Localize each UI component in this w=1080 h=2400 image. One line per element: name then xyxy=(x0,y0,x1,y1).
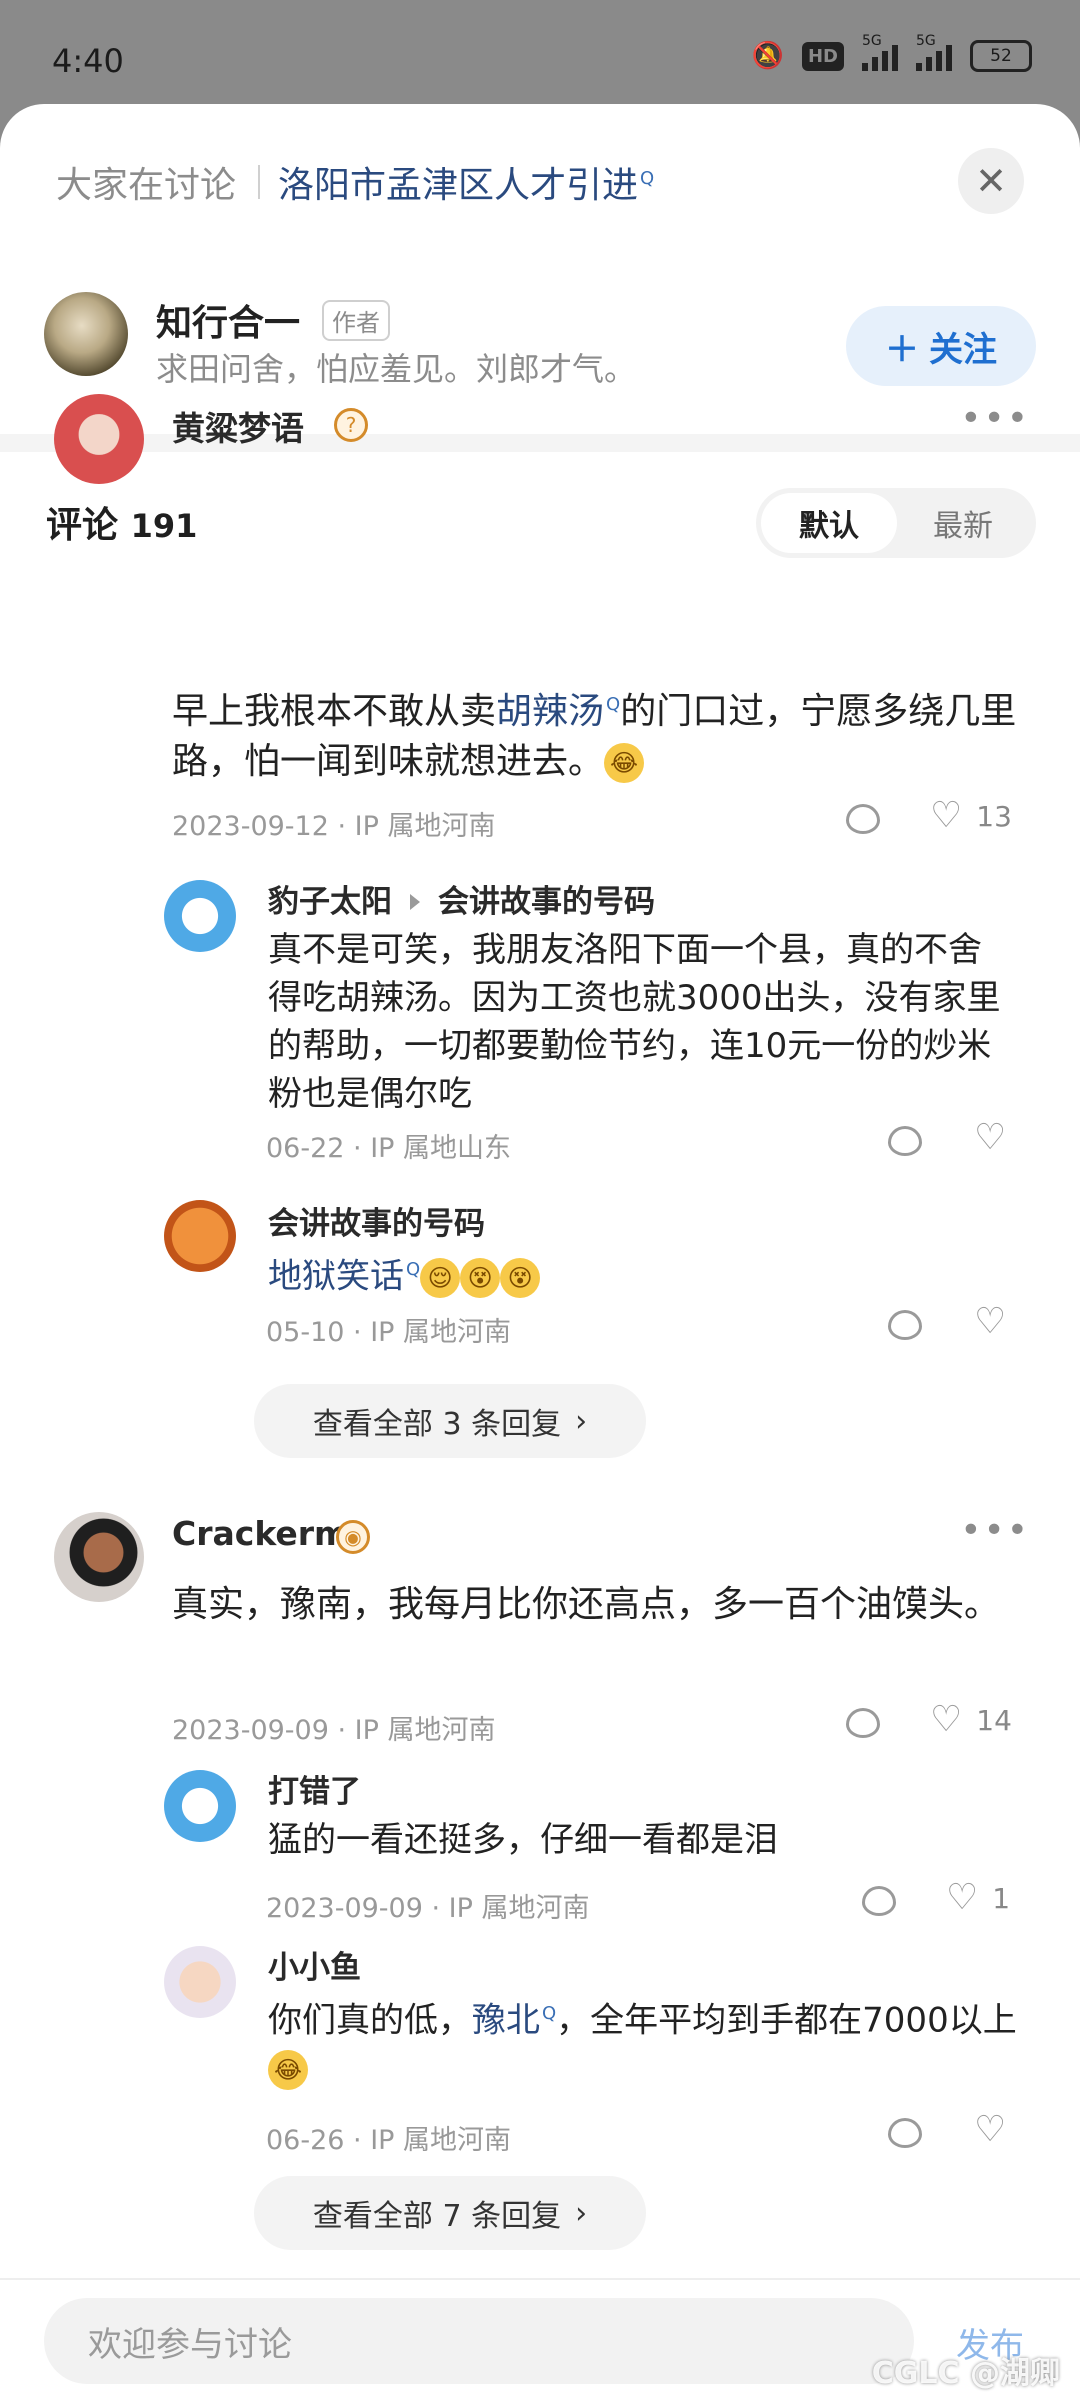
reply-text: 你们真的低，豫北 Q，全年平均到手都在7000以上😂 xyxy=(268,1990,1028,2092)
comment-icon xyxy=(846,1708,880,1738)
reply-username[interactable]: 会讲故事的号码 xyxy=(268,1198,485,1243)
avatar[interactable] xyxy=(164,880,236,952)
topic-divider xyxy=(258,165,261,199)
comment-icon xyxy=(846,804,880,834)
comment-username[interactable]: 黄粱梦语 xyxy=(172,402,304,450)
comment-meta: 2023-09-12 · IP 属地河南 xyxy=(172,811,496,842)
dizzy-emoji-icon: 😵 xyxy=(460,1257,501,1298)
like-action[interactable]: ♡ 13 xyxy=(930,798,1012,834)
reply-action[interactable] xyxy=(888,1310,922,1340)
chevron-right-icon: › xyxy=(575,2195,588,2231)
laugh-emoji-icon: 😂 xyxy=(604,743,645,783)
like-action[interactable]: ♡ xyxy=(974,1304,1006,1340)
like-action[interactable]: ♡ xyxy=(974,1120,1006,1156)
chevron-right-icon: › xyxy=(575,1403,588,1439)
comment-link[interactable]: 胡辣汤 xyxy=(496,691,604,732)
topic-label: 大家在讨论 xyxy=(56,165,237,206)
avatar[interactable] xyxy=(54,1512,144,1602)
comment-text: 早上我根本不敢从卖胡辣汤 Q的门口过，宁愿多绕几里路，怕一闻到味就想进去。 😂 xyxy=(172,691,1017,783)
reply-action[interactable] xyxy=(888,1126,922,1156)
comment-icon xyxy=(862,1886,896,1916)
heart-icon: ♡ xyxy=(974,1117,1007,1158)
heart-icon: ♡ xyxy=(946,1877,979,1918)
reply-username[interactable]: 打错了 xyxy=(268,1766,361,1811)
laugh-emoji-icon: 😂 xyxy=(268,2049,308,2090)
reply-meta: 06-26 · IP 属地河南 xyxy=(266,2125,512,2156)
avatar[interactable] xyxy=(164,1770,236,1842)
sort-toggle: 默认 最新 xyxy=(756,488,1036,558)
view-all-replies-button[interactable]: 查看全部 3 条回复 › xyxy=(254,1384,646,1458)
heart-icon: ♡ xyxy=(930,795,963,836)
comment-text: 真实，豫南，我每月比你还高点，多一百个油馍头。 xyxy=(172,1584,1001,1625)
status-bar: 4:40 🔕 HD 5G 5G 52 xyxy=(0,0,1080,110)
reply-text: 真不是可笑，我朋友洛阳下面一个县，真的不舍得吃胡辣汤。因为工资也就3000出头，… xyxy=(268,930,1001,1114)
reply-text: 猛的一看还挺多，仔细一看都是泪 xyxy=(268,1820,778,1860)
author-card: 知行合一 作者 求田问舍，怕应羞见。刘郎才气。 ＋ 关注 xyxy=(44,290,1036,400)
reply-action[interactable] xyxy=(846,804,880,834)
reply-meta: 05-10 · IP 属地河南 xyxy=(266,1317,512,1348)
comment-icon xyxy=(888,2118,922,2148)
signal-icon: 5G xyxy=(862,33,898,71)
close-button[interactable]: ✕ xyxy=(958,148,1024,214)
reply-meta: 2023-09-09 · IP 属地河南 xyxy=(266,1893,590,1924)
heart-icon: ♡ xyxy=(974,1301,1007,1342)
reply-action[interactable] xyxy=(862,1886,896,1916)
heart-icon: ♡ xyxy=(930,1699,963,1740)
author-name[interactable]: 知行合一 xyxy=(156,294,300,346)
view-all-replies-button[interactable]: 查看全部 7 条回复 › xyxy=(254,2176,646,2250)
comments-title: 评论 191 xyxy=(46,505,198,546)
dizzy-emoji-icon: 😵 xyxy=(500,1257,541,1298)
author-badge: 作者 xyxy=(322,300,390,341)
comment-sheet: 大家在讨论 洛阳市孟津区人才引进 Q ✕ 知行合一 作者 求田问舍，怕应羞见。刘郎… xyxy=(0,104,1080,2400)
status-icons: 🔕 HD 5G 5G 52 xyxy=(751,33,1032,72)
comment-input-bar: 欢迎参与讨论 发布 CGLC @湖卿 xyxy=(0,2278,1080,2400)
search-icon: Q xyxy=(640,168,655,189)
comment-input[interactable]: 欢迎参与讨论 xyxy=(44,2298,914,2384)
reply-username[interactable]: 豹子太阳 会讲故事的号码 xyxy=(268,876,655,921)
topic-link[interactable]: 洛阳市孟津区人才引进 Q xyxy=(278,156,654,208)
like-action[interactable]: ♡ 14 xyxy=(930,1702,1012,1738)
battery-icon: 52 xyxy=(970,40,1032,72)
more-icon[interactable]: ••• xyxy=(960,398,1030,439)
author-bio: 求田问舍，怕应羞见。刘郎才气。 xyxy=(156,350,637,388)
like-action[interactable]: ♡ 1 xyxy=(946,1880,1010,1916)
comment-count: 191 xyxy=(130,507,198,545)
signal-icon-2: 5G xyxy=(916,33,952,71)
reply-meta: 06-22 · IP 属地山东 xyxy=(266,1133,512,1164)
follow-button[interactable]: ＋ 关注 xyxy=(846,306,1036,386)
comment-icon xyxy=(888,1310,922,1340)
close-icon: ✕ xyxy=(975,159,1007,203)
watermark: CGLC @湖卿 xyxy=(871,2356,1060,2391)
topic-header: 大家在讨论 洛阳市孟津区人才引进 Q xyxy=(56,156,654,208)
like-action[interactable]: ♡ xyxy=(974,2112,1006,2148)
plus-icon: ＋ xyxy=(885,329,919,370)
reply-action[interactable] xyxy=(888,2118,922,2148)
more-icon[interactable]: ••• xyxy=(960,1510,1030,1551)
reply-link[interactable]: 地狱笑话 xyxy=(268,1256,404,1296)
reply-link[interactable]: 豫北 xyxy=(472,2000,540,2040)
reply-text: 地狱笑话 Q 😌 😵 😵 xyxy=(268,1246,1004,1300)
comment-icon xyxy=(888,1126,922,1156)
status-time: 4:40 xyxy=(52,42,124,80)
heart-icon: ♡ xyxy=(974,2109,1007,2150)
search-icon: Q xyxy=(406,1259,421,1280)
level-badge-icon: ◉ xyxy=(336,1520,370,1554)
avatar[interactable] xyxy=(54,394,144,484)
sort-default[interactable]: 默认 xyxy=(761,493,897,553)
mute-icon: 🔕 xyxy=(751,41,784,71)
comment-meta: 2023-09-09 · IP 属地河南 xyxy=(172,1715,496,1746)
hd-icon: HD xyxy=(801,41,844,71)
reply-action[interactable] xyxy=(846,1708,880,1738)
avatar[interactable] xyxy=(164,1200,236,1272)
smile-emoji-icon: 😌 xyxy=(420,1257,461,1298)
section-divider xyxy=(0,434,1080,452)
sort-latest[interactable]: 最新 xyxy=(895,493,1031,553)
search-icon: Q xyxy=(606,694,621,715)
search-icon: Q xyxy=(542,2003,557,2024)
reply-arrow-icon xyxy=(410,893,420,910)
level-badge-icon: ? xyxy=(334,408,368,442)
author-avatar[interactable] xyxy=(44,292,128,376)
avatar[interactable] xyxy=(164,1946,236,2018)
reply-username[interactable]: 小小鱼 xyxy=(268,1942,361,1987)
